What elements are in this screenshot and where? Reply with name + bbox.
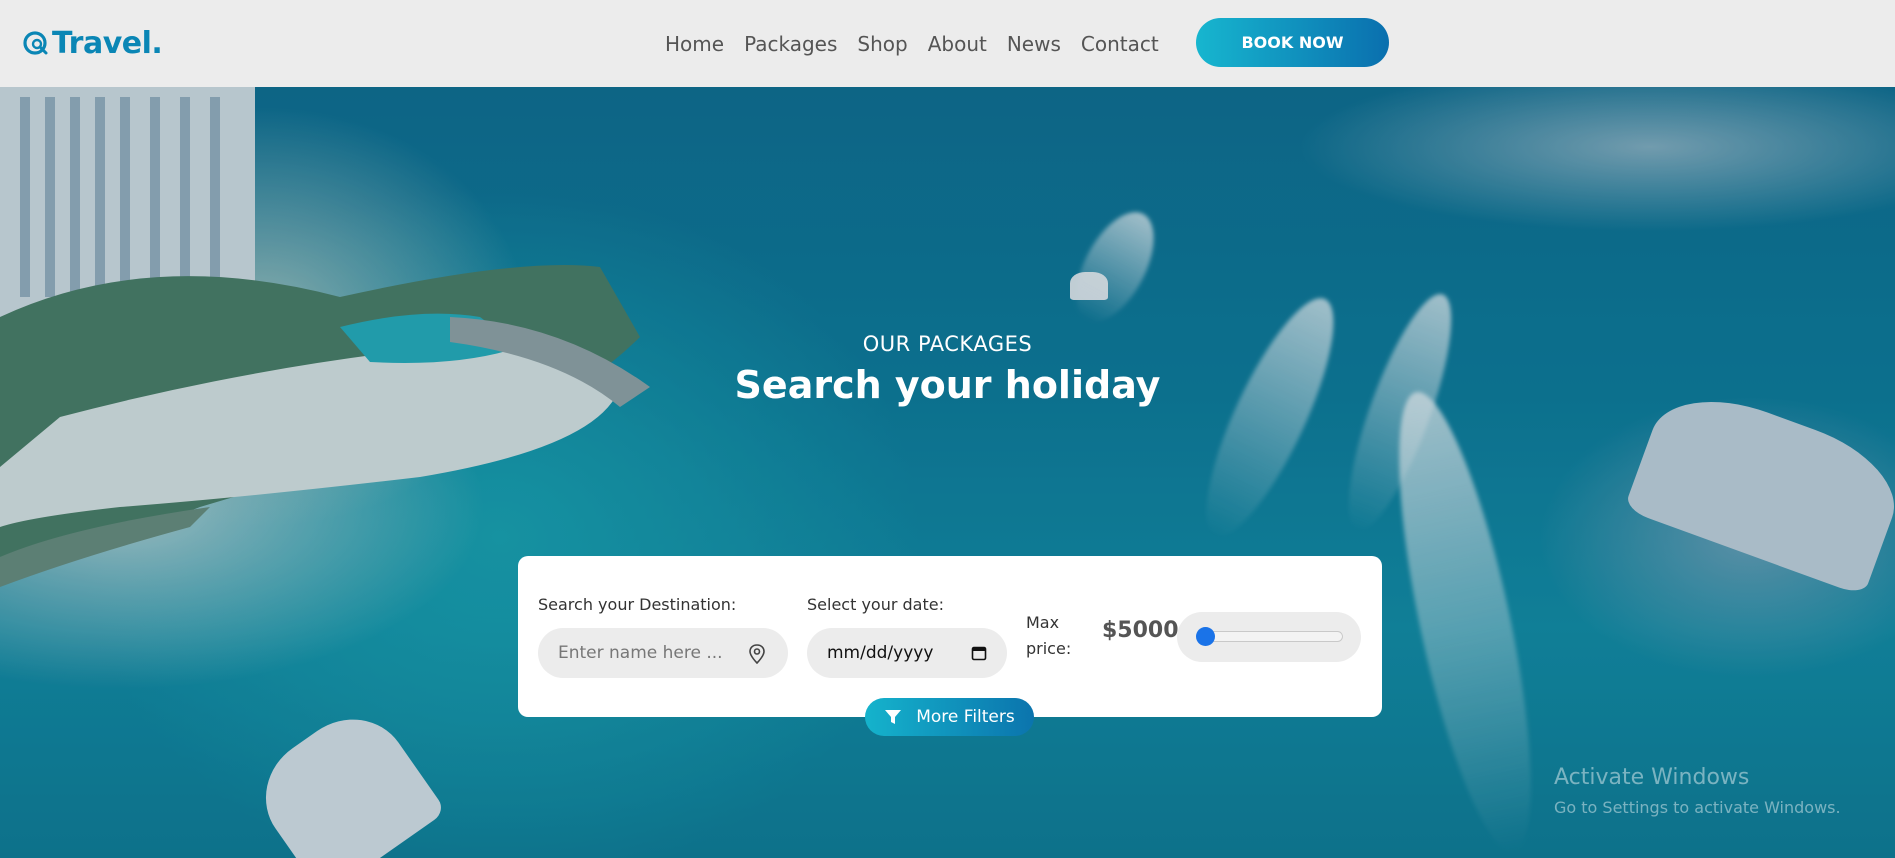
nav-shop[interactable]: Shop (847, 32, 917, 56)
date-label: Select your date: (807, 595, 944, 614)
book-now-button[interactable]: BOOK NOW (1196, 18, 1389, 67)
logo[interactable]: Travel. (22, 25, 163, 61)
nav-news[interactable]: News (997, 32, 1071, 56)
more-filters-button[interactable]: More Filters (865, 698, 1034, 736)
page-title: Search your holiday (734, 363, 1161, 407)
nav-about[interactable]: About (918, 32, 997, 56)
brand-name: Travel. (52, 25, 163, 61)
hero-content: OUR PACKAGES Search your holiday Search … (0, 87, 1895, 858)
nav-contact[interactable]: Contact (1071, 32, 1169, 56)
globe-plane-icon (23, 31, 48, 55)
price-slider[interactable] (1177, 612, 1361, 662)
date-input[interactable]: mm/dd/yyyy (807, 628, 1007, 678)
windows-activation-subtitle: Go to Settings to activate Windows. (1554, 798, 1841, 817)
max-price-value: $5000 (1102, 618, 1179, 643)
slider-track[interactable] (1197, 631, 1343, 642)
section-eyebrow: OUR PACKAGES (862, 332, 1033, 356)
calendar-icon[interactable] (971, 645, 987, 661)
filter-funnel-icon (885, 710, 902, 724)
windows-activation-title: Activate Windows (1554, 765, 1750, 790)
search-card: Search your Destination: Select your dat… (518, 556, 1382, 717)
hero-background: OUR PACKAGES Search your holiday Search … (0, 87, 1895, 858)
max-price-label: Max price: (1026, 613, 1072, 658)
location-pin-icon (749, 644, 765, 664)
nav-home[interactable]: Home (665, 32, 734, 56)
main-nav: Home Packages Shop About News Contact (665, 0, 1169, 87)
slider-thumb[interactable] (1196, 627, 1215, 646)
nav-packages[interactable]: Packages (734, 32, 847, 56)
navbar: Travel. Home Packages Shop About News Co… (0, 0, 1895, 87)
destination-label: Search your Destination: (538, 595, 737, 614)
more-filters-label: More Filters (916, 707, 1015, 727)
date-value: mm/dd/yyyy (827, 643, 934, 663)
